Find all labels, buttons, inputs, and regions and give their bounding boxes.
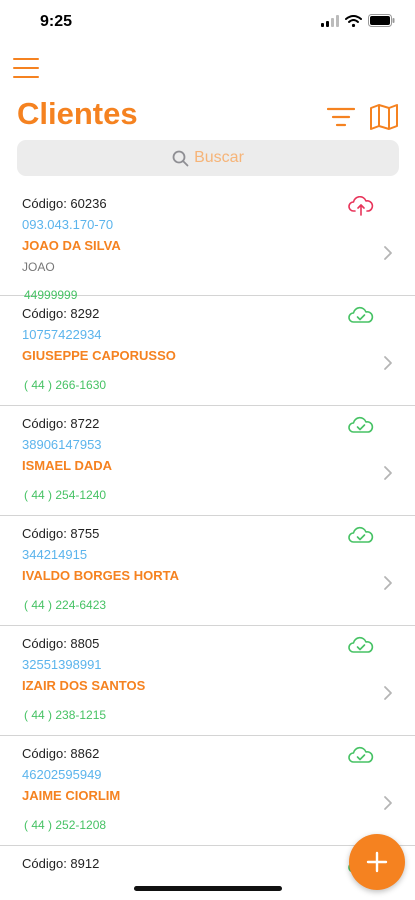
chevron-right-icon: [384, 686, 392, 700]
client-alias: JOAO: [22, 260, 55, 274]
client-phone: ( 44 ) 252-1208: [24, 818, 107, 832]
chevron-right-icon: [384, 796, 392, 810]
client-code: Código: 8912: [22, 856, 100, 871]
list-item[interactable]: Código: 8722 38906147953 ISMAEL DADA ( 4…: [0, 406, 415, 516]
client-code: Código: 60236: [22, 196, 107, 211]
client-code: Código: 8755: [22, 526, 100, 541]
status-bar: 9:25: [0, 0, 415, 44]
client-name: JOAO DA SILVA: [22, 238, 121, 253]
client-phone: ( 44 ) 266-1630: [24, 378, 107, 392]
client-code: Código: 8862: [22, 746, 100, 761]
chevron-right-icon: [384, 466, 392, 480]
signal-icon: [321, 14, 339, 27]
menu-icon[interactable]: [13, 58, 39, 78]
client-name: IZAIR DOS SANTOS: [22, 678, 146, 693]
client-code: Código: 8292: [22, 306, 100, 321]
plus-icon: [366, 851, 388, 873]
client-code: Código: 8805: [22, 636, 100, 651]
home-indicator[interactable]: [134, 886, 282, 891]
battery-icon: [368, 14, 395, 27]
list-item[interactable]: Código: 8805 32551398991 IZAIR DOS SANTO…: [0, 626, 415, 736]
client-name: IVALDO BORGES HORTA: [22, 568, 179, 583]
client-document: 38906147953: [22, 437, 102, 452]
status-time: 9:25: [40, 13, 73, 30]
filter-icon[interactable]: [327, 106, 355, 128]
client-name: GIUSEPPE CAPORUSSO: [22, 348, 176, 363]
cloud-check-icon: [348, 306, 374, 323]
page-title: Clientes: [17, 96, 138, 131]
search-icon: [172, 150, 189, 166]
list-item[interactable]: Código: 8755 344214915 IVALDO BORGES HOR…: [0, 516, 415, 626]
cloud-check-icon: [348, 416, 374, 433]
cloud-check-icon: [348, 636, 374, 653]
client-code: Código: 8722: [22, 416, 100, 431]
wifi-icon: [345, 14, 362, 27]
status-icons: [321, 14, 395, 27]
client-document: 32551398991: [22, 657, 102, 672]
map-icon[interactable]: [369, 103, 399, 131]
list-item[interactable]: Código: 8862 46202595949 JAIME CIORLIM (…: [0, 736, 415, 846]
chevron-right-icon: [384, 576, 392, 590]
client-phone: ( 44 ) 238-1215: [24, 708, 107, 722]
cloud-upload-icon: [348, 196, 374, 216]
client-list: Código: 60236 093.043.170-70 JOAO DA SIL…: [0, 186, 415, 886]
add-client-button[interactable]: [349, 834, 405, 890]
list-item[interactable]: Código: 8292 10757422934 GIUSEPPE CAPORU…: [0, 296, 415, 406]
client-phone: ( 44 ) 254-1240: [24, 488, 107, 502]
client-document: 344214915: [22, 547, 88, 562]
chevron-right-icon: [384, 246, 392, 260]
cloud-check-icon: [348, 526, 374, 543]
client-name: ISMAEL DADA: [22, 458, 113, 473]
list-item[interactable]: Código: 60236 093.043.170-70 JOAO DA SIL…: [0, 186, 415, 302]
client-phone: ( 44 ) 224-6423: [24, 598, 107, 612]
search-input[interactable]: Buscar: [17, 140, 399, 176]
client-document: 46202595949: [22, 767, 102, 782]
client-document: 10757422934: [22, 327, 102, 342]
chevron-right-icon: [384, 356, 392, 370]
cloud-check-icon: [348, 746, 374, 763]
client-document: 093.043.170-70: [22, 217, 114, 232]
search-placeholder: Buscar: [194, 149, 244, 166]
client-name: JAIME CIORLIM: [22, 788, 121, 803]
